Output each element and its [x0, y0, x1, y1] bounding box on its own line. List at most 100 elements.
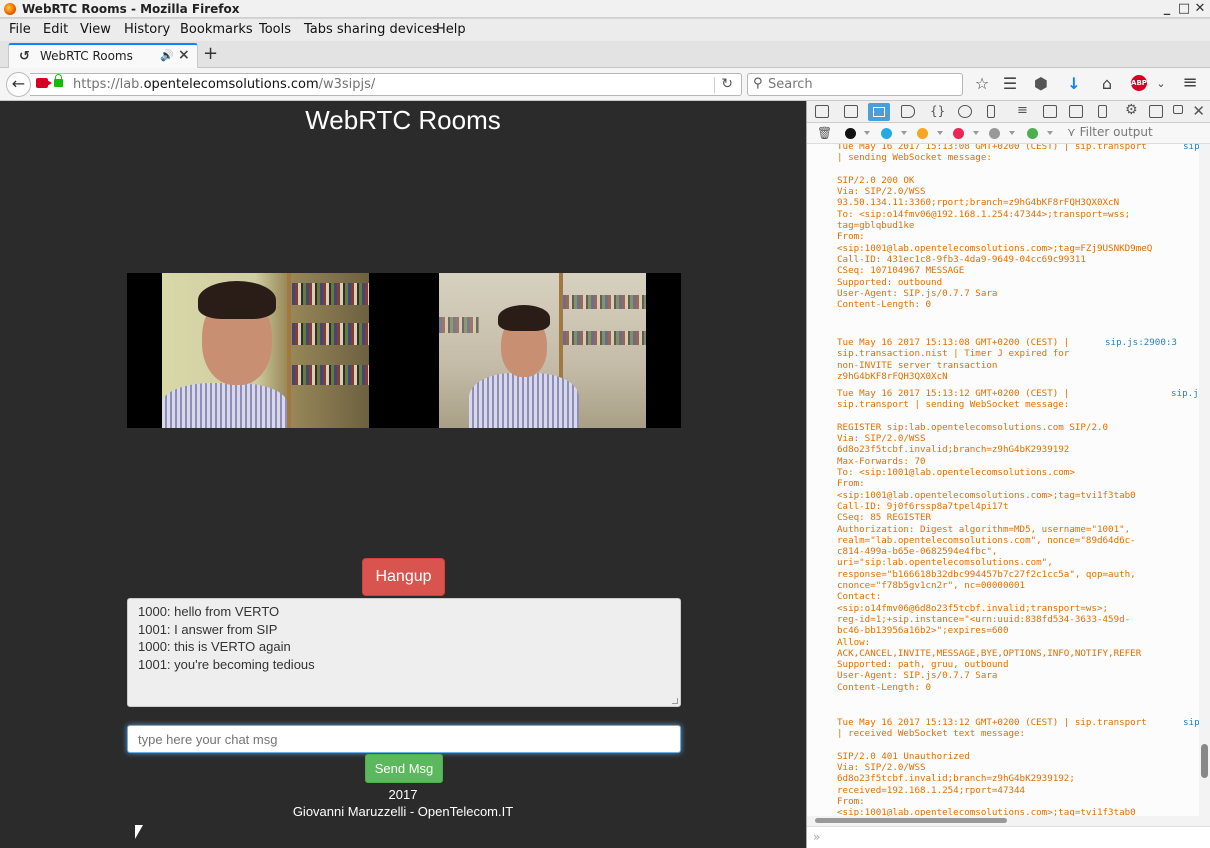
reload-icon[interactable]: ↻ — [721, 76, 733, 92]
window-title: WebRTC Rooms - Mozilla Firefox — [22, 2, 240, 16]
back-arrow-icon: ← — [11, 74, 26, 93]
menu-tools[interactable]: Tools — [259, 22, 291, 37]
console-entry[interactable]: Tue May 16 2017 15:13:12 GMT+0200 (CEST)… — [837, 717, 1197, 816]
page-title: WebRTC Rooms — [305, 105, 501, 135]
dock-side-icon[interactable] — [1149, 105, 1163, 118]
video-area — [127, 273, 681, 428]
console-output[interactable]: Tue May 16 2017 15:13:08 GMT+0200 (CEST)… — [807, 144, 1199, 816]
footer-author: Giovanni Maruzzelli - OpenTelecom.IT — [292, 804, 514, 819]
downloads-icon[interactable]: ↓ — [1064, 74, 1084, 93]
chevron-down-icon[interactable] — [937, 131, 943, 135]
filter-output-input[interactable]: ⋎ Filter output — [1067, 125, 1153, 139]
resize-grip-icon[interactable] — [672, 698, 678, 704]
console-horizontal-scrollbar[interactable] — [807, 816, 1210, 826]
settings-gear-icon[interactable]: ⚙ — [1125, 102, 1138, 118]
menu-history[interactable]: History — [124, 22, 170, 37]
filter-net-icon[interactable] — [845, 128, 856, 139]
minimize-button[interactable]: _ — [1160, 1, 1174, 16]
chevron-down-icon[interactable] — [973, 131, 979, 135]
url-separator — [714, 77, 715, 93]
shelf-post — [287, 273, 291, 428]
console-entry-source[interactable]: sip — [1183, 144, 1199, 152]
reading-list-icon[interactable]: ☰ — [1000, 74, 1020, 93]
scrollbar-thumb[interactable] — [815, 818, 1007, 823]
person-shirt — [469, 373, 579, 428]
menu-bookmarks[interactable]: Bookmarks — [180, 22, 253, 37]
style-editor-icon[interactable]: {} — [930, 104, 945, 118]
maximize-button[interactable]: □ — [1177, 1, 1191, 16]
menu-file[interactable]: File — [9, 22, 31, 37]
bookshelf — [563, 295, 646, 309]
bookshelf — [292, 365, 369, 385]
url-prefix: https://lab. — [73, 77, 144, 92]
console-entry-source[interactable]: sip.js:2900:3 — [1105, 337, 1177, 348]
filter-css-icon[interactable] — [881, 128, 892, 139]
devtools-close-icon[interactable]: ✕ — [1192, 102, 1205, 120]
chat-message: 1001: you're becoming tedious — [138, 656, 315, 672]
pick-element-icon[interactable] — [815, 105, 829, 118]
memory-tab-icon[interactable] — [987, 105, 995, 118]
local-video[interactable] — [162, 273, 369, 428]
pocket-icon[interactable]: ⬢ — [1031, 74, 1051, 93]
menu-view[interactable]: View — [80, 22, 111, 37]
chevron-down-icon[interactable] — [901, 131, 907, 135]
menu-help[interactable]: Help — [436, 22, 466, 37]
inspector-tab-icon[interactable] — [844, 105, 858, 118]
console-tab-icon[interactable] — [868, 103, 890, 121]
clear-console-icon[interactable]: 🗑 — [817, 126, 832, 140]
mouse-cursor-icon — [135, 825, 143, 839]
url-bar[interactable]: https://lab.opentelecomsolutions.com/w3s… — [30, 73, 742, 96]
responsive-mode-icon[interactable] — [1069, 105, 1083, 118]
webpage: WebRTC Rooms Hangup 1000: hello from VER… — [0, 101, 806, 848]
secure-lock-icon[interactable] — [54, 74, 63, 87]
back-button[interactable]: ← — [6, 72, 31, 97]
tab-webrtc-rooms[interactable]: ↺ WebRTC Rooms 🔊 × — [8, 43, 198, 69]
filter-js-icon[interactable] — [917, 128, 928, 139]
filter-server-icon[interactable] — [1027, 128, 1038, 139]
console-entry[interactable]: Tue May 16 2017 15:13:12 GMT+0200 (CEST)… — [837, 388, 1197, 693]
devtools-toolbar: {} ≡ ⚙ ✕ — [807, 101, 1210, 123]
device-icon[interactable] — [1098, 105, 1107, 118]
remote-video[interactable] — [439, 273, 646, 428]
chevron-down-icon[interactable] — [864, 131, 870, 135]
send-msg-button[interactable]: Send Msg — [365, 754, 443, 783]
tab-close-icon[interactable]: × — [178, 47, 190, 63]
menu-bar: File Edit View History Bookmarks Tools T… — [0, 19, 1210, 41]
person-shirt — [162, 383, 287, 428]
console-entry-source[interactable]: sip — [1183, 717, 1199, 728]
filter-logging-icon[interactable] — [989, 128, 1000, 139]
hangup-button[interactable]: Hangup — [362, 558, 445, 596]
console-entry-source[interactable]: sip.j — [1171, 388, 1199, 399]
console-entry[interactable]: Tue May 16 2017 15:13:08 GMT+0200 (CEST)… — [837, 144, 1197, 310]
layout-icon[interactable] — [1043, 105, 1057, 118]
filter-output-placeholder: Filter output — [1079, 125, 1153, 139]
scrollbar-thumb[interactable] — [1201, 744, 1208, 778]
chat-input[interactable] — [127, 725, 681, 753]
hamburger-menu-icon[interactable]: ≡ — [1180, 72, 1200, 93]
close-window-button[interactable]: ✕ — [1193, 1, 1207, 16]
chat-log[interactable]: 1000: hello from VERTO 1001: I answer fr… — [127, 598, 681, 707]
url-text[interactable]: https://lab.opentelecomsolutions.com/w3s… — [73, 77, 375, 92]
tab-audio-icon[interactable]: 🔊 — [160, 49, 174, 62]
new-tab-button[interactable]: + — [203, 43, 218, 64]
console-input[interactable]: » — [807, 826, 1210, 848]
network-tab-icon[interactable]: ≡ — [1017, 103, 1028, 118]
performance-tab-icon[interactable] — [958, 105, 972, 118]
title-bar: WebRTC Rooms - Mozilla Firefox _ □ ✕ — [0, 0, 1210, 18]
menu-tabs-sharing-devices[interactable]: Tabs sharing devices — [304, 22, 439, 37]
chevron-down-icon[interactable] — [1047, 131, 1053, 135]
camera-sharing-icon[interactable] — [36, 78, 52, 88]
bookmark-star-icon[interactable]: ☆ — [972, 74, 992, 93]
search-bar[interactable]: ⚲ Search — [747, 73, 963, 96]
debugger-tab-icon[interactable] — [901, 105, 915, 118]
separate-window-icon[interactable] — [1173, 105, 1183, 114]
console-vertical-scrollbar[interactable] — [1199, 144, 1210, 816]
chat-message: 1000: this is VERTO again — [138, 639, 291, 654]
devtools-panel: {} ≡ ⚙ ✕ 🗑 ⋎ Filter output Tue May 16 20… — [806, 101, 1210, 848]
menu-edit[interactable]: Edit — [43, 22, 68, 37]
chevron-down-icon[interactable] — [1009, 131, 1015, 135]
filter-security-icon[interactable] — [953, 128, 964, 139]
chevron-down-icon[interactable]: ⌄ — [1151, 77, 1171, 90]
adblock-icon[interactable]: ABP — [1131, 75, 1147, 91]
home-icon[interactable]: ⌂ — [1097, 74, 1117, 93]
